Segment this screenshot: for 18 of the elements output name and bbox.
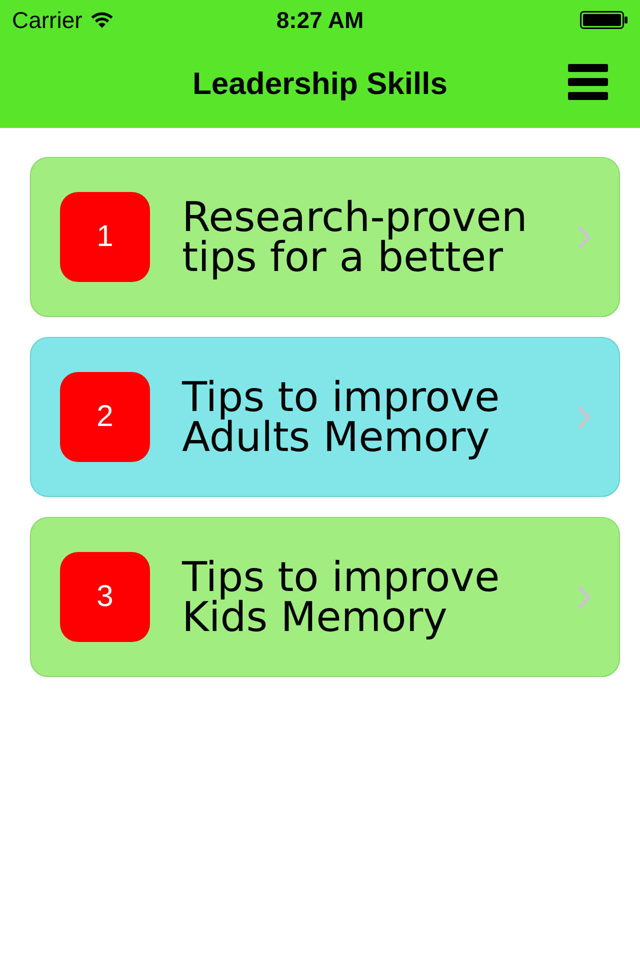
list-item-card[interactable]: 1 Research-proven tips for a better	[30, 157, 620, 317]
number-badge: 1	[60, 192, 150, 282]
list-item-card[interactable]: 2 Tips to improve Adults Memory	[30, 337, 620, 497]
chevron-icon	[577, 224, 591, 250]
list-item-card[interactable]: 3 Tips to improve Kids Memory	[30, 517, 620, 677]
item-title: Tips to improve Kids Memory	[182, 557, 501, 637]
carrier-name: Carrier	[12, 6, 82, 34]
wifi-icon	[90, 11, 114, 29]
number-badge: 3	[60, 552, 150, 642]
status-time: 8:27 AM	[276, 6, 364, 34]
item-title: Tips to improve Adults Memory	[182, 377, 501, 457]
item-title: Research-proven tips for a better	[182, 197, 528, 277]
number-badge: 2	[60, 372, 150, 462]
battery-icon	[580, 11, 628, 29]
menu-icon[interactable]	[568, 64, 608, 100]
chevron-icon	[577, 404, 591, 430]
chevron-icon	[577, 584, 591, 610]
nav-title: Leadership Skills	[192, 66, 448, 102]
